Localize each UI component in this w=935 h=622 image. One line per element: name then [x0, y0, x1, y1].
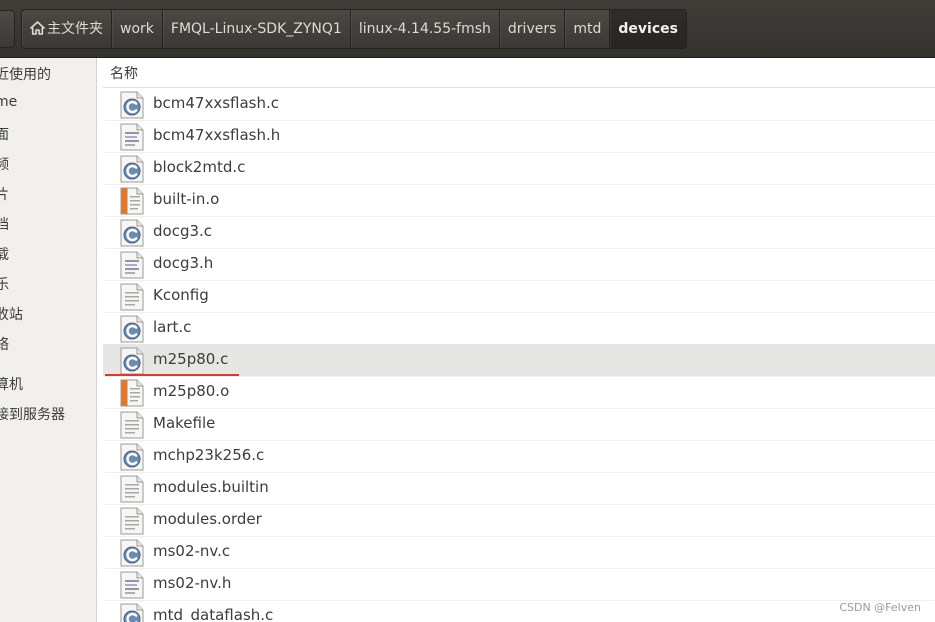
c-source-file-icon [119, 347, 145, 375]
c-source-file-icon [119, 91, 145, 119]
text-file-icon [119, 475, 145, 503]
c-source-file-icon [119, 155, 145, 183]
sidebar-item-4[interactable]: 片 [0, 184, 9, 204]
file-name: Kconfig [153, 286, 209, 304]
header-file-icon [119, 571, 145, 599]
sidebar-item-2[interactable]: 面 [0, 124, 9, 144]
file-row[interactable]: docg3.c [103, 216, 935, 249]
back-button[interactable] [0, 10, 15, 48]
file-name: docg3.c [153, 222, 213, 240]
file-name: block2mtd.c [153, 158, 246, 176]
file-manager-window: 主文件夹 work FMQL-Linux-SDK_ZYNQ1 linux-4.14.5… [0, 0, 935, 622]
breadcrumb-label: mtd [573, 21, 602, 37]
column-header-label: 名称 [110, 66, 138, 82]
annotation-underline [105, 374, 239, 376]
breadcrumb-item-1[interactable]: work [112, 10, 163, 48]
file-row[interactable]: mchp23k256.c [103, 440, 935, 473]
sidebar-item-10[interactable]: 算机 [0, 374, 23, 394]
file-row[interactable]: built-in.o [103, 184, 935, 217]
header-file-icon [119, 251, 145, 279]
file-row[interactable]: ms02-nv.c [103, 536, 935, 569]
file-row[interactable]: lart.c [103, 312, 935, 345]
object-file-icon [119, 379, 145, 407]
breadcrumb-item-4[interactable]: drivers [500, 10, 566, 48]
breadcrumb-label: work [120, 21, 154, 37]
file-name: modules.builtin [153, 478, 269, 496]
breadcrumb-label: 主文件夹 [47, 21, 103, 37]
file-row[interactable]: docg3.h [103, 248, 935, 281]
text-file-icon [119, 283, 145, 311]
header-file-icon [119, 123, 145, 151]
text-file-icon [119, 507, 145, 535]
file-name: bcm47xxsflash.c [153, 94, 280, 112]
breadcrumb-label: drivers [507, 21, 557, 37]
sidebar-item-7[interactable]: 乐 [0, 274, 9, 294]
file-name: Makefile [153, 414, 216, 432]
file-name: docg3.h [153, 254, 214, 272]
sidebar-item-9[interactable]: 络 [0, 334, 9, 354]
file-name: m25p80.c [153, 350, 229, 368]
home-icon [30, 12, 45, 48]
sidebar-item-1[interactable]: me [0, 94, 17, 110]
file-name: mtd_dataflash.c [153, 606, 274, 622]
c-source-file-icon [119, 219, 145, 247]
sidebar-item-6[interactable]: 载 [0, 244, 9, 264]
file-row[interactable]: m25p80.c [103, 344, 935, 377]
file-row[interactable]: bcm47xxsflash.c [103, 88, 935, 121]
sidebar-item-0[interactable]: 近使用的 [0, 64, 51, 84]
file-list: 名称 bcm47xxsflash.c bcm47xxsflash.h block2m… [103, 58, 935, 622]
sidebar-item-8[interactable]: 收站 [0, 304, 23, 324]
c-source-file-icon [119, 315, 145, 343]
file-row[interactable]: ms02-nv.h [103, 568, 935, 601]
file-row[interactable]: block2mtd.c [103, 152, 935, 185]
file-name: ms02-nv.h [153, 574, 232, 592]
file-row[interactable]: modules.builtin [103, 472, 935, 505]
file-name: mchp23k256.c [153, 446, 265, 464]
breadcrumb-label: FMQL-Linux-SDK_ZYNQ1 [170, 21, 342, 37]
sidebar: 近使用的 me 面频片档载乐收站络算机接到服务器 [0, 58, 97, 622]
file-name: modules.order [153, 510, 262, 528]
breadcrumb-item-0[interactable]: 主文件夹 [22, 10, 112, 48]
breadcrumb-label: linux-4.14.55-fmsh [358, 21, 491, 37]
object-file-icon [119, 187, 145, 215]
file-name: m25p80.o [153, 382, 230, 400]
c-source-file-icon [119, 539, 145, 567]
sidebar-item-11[interactable]: 接到服务器 [0, 404, 65, 424]
file-row[interactable]: Kconfig [103, 280, 935, 313]
file-row[interactable]: Makefile [103, 408, 935, 441]
file-name: built-in.o [153, 190, 220, 208]
breadcrumb-item-6[interactable]: devices [610, 10, 686, 48]
file-name: bcm47xxsflash.h [153, 126, 281, 144]
c-source-file-icon [119, 443, 145, 471]
breadcrumb-item-2[interactable]: FMQL-Linux-SDK_ZYNQ1 [163, 10, 351, 48]
file-row[interactable]: bcm47xxsflash.h [103, 120, 935, 153]
file-row[interactable]: modules.order [103, 504, 935, 537]
file-row[interactable]: m25p80.o [103, 376, 935, 409]
sidebar-item-5[interactable]: 档 [0, 214, 9, 234]
breadcrumb: 主文件夹 work FMQL-Linux-SDK_ZYNQ1 linux-4.14.5… [21, 9, 687, 49]
c-source-file-icon [119, 603, 145, 622]
text-file-icon [119, 411, 145, 439]
sidebar-item-3[interactable]: 频 [0, 154, 9, 174]
file-row[interactable]: mtd_dataflash.c [103, 600, 935, 622]
breadcrumb-item-5[interactable]: mtd [565, 10, 611, 48]
watermark: CSDN @Felven [839, 601, 921, 614]
breadcrumb-item-3[interactable]: linux-4.14.55-fmsh [351, 10, 500, 48]
file-name: ms02-nv.c [153, 542, 231, 560]
column-header-name[interactable]: 名称 [103, 58, 935, 88]
file-name: lart.c [153, 318, 192, 336]
breadcrumb-label: devices [618, 21, 678, 37]
header-bar: 主文件夹 work FMQL-Linux-SDK_ZYNQ1 linux-4.14.5… [0, 0, 935, 58]
